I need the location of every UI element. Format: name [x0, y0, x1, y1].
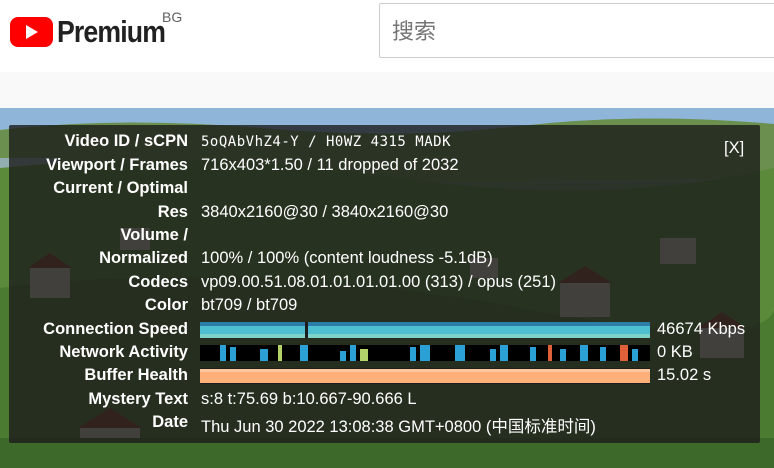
stat-value: vp09.00.51.08.01.01.01.01.00 (313) / opu… [201, 273, 557, 291]
search-input[interactable] [390, 16, 754, 48]
stat-label: Color [144, 296, 188, 314]
page-gap [0, 72, 774, 108]
stat-label: Buffer Health [84, 366, 188, 384]
buffer-health-value: 15.02 s [657, 366, 712, 384]
stat-value: 3840x2160@30 / 3840x2160@30 [201, 203, 449, 221]
stat-value: bt709 / bt709 [201, 296, 298, 314]
masthead: Premium BG [0, 0, 774, 72]
stat-label: Codecs [128, 273, 188, 291]
country-code: BG [162, 9, 183, 25]
stat-label: Video ID / sCPN [64, 132, 188, 150]
close-stats-button[interactable]: [X] [724, 139, 744, 158]
stats-for-nerds-panel: [X] Video ID / sCPN 5oQAbVhZ4-Y / H0WZ 4… [9, 125, 760, 443]
network-activity-value: 0 KB [657, 343, 693, 361]
buffer-health-graph [200, 368, 650, 384]
network-activity-graph [200, 345, 650, 361]
stat-label: Mystery Text [88, 390, 188, 408]
stat-label: Res [157, 203, 188, 221]
stat-value: 716x403*1.50 / 11 dropped of 2032 [201, 156, 459, 174]
stat-label: Date [152, 413, 188, 431]
search-box[interactable] [379, 3, 774, 58]
stat-value: 100% / 100% (content loudness -5.1dB) [201, 249, 493, 267]
stat-value: Thu Jun 30 2022 13:08:38 GMT+0800 (中国标准时… [201, 418, 596, 436]
stat-label: Viewport / Frames [46, 156, 188, 174]
stat-label: Normalized [99, 249, 188, 267]
stat-value: s:8 t:75.69 b:10.667-90.666 L [201, 390, 417, 408]
connection-speed-value: 46674 Kbps [657, 320, 746, 338]
stat-label: Volume / [120, 226, 188, 244]
connection-speed-graph [200, 322, 650, 338]
logo-text: Premium [57, 14, 166, 49]
stat-label: Connection Speed [43, 320, 188, 338]
stat-value: 5oQAbVhZ4-Y / H0WZ 4315 MADK [201, 134, 452, 150]
youtube-premium-logo[interactable]: Premium [10, 14, 183, 50]
stat-label: Current / Optimal [53, 179, 188, 197]
stat-label: Network Activity [59, 343, 188, 361]
youtube-play-icon [10, 17, 53, 47]
